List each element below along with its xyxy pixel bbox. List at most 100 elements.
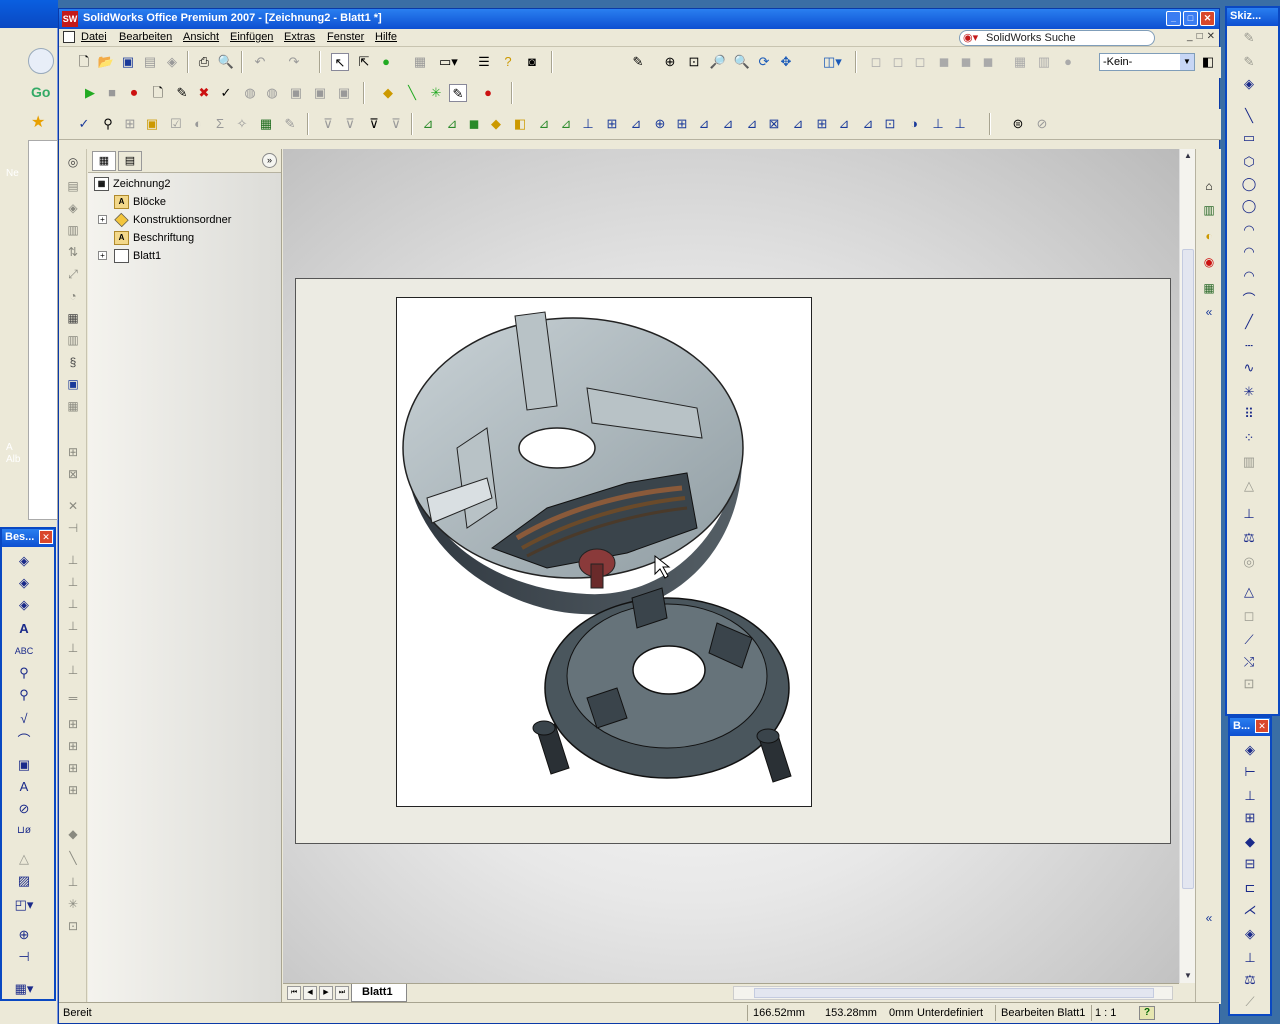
vertical-scroll-thumb[interactable] — [1182, 249, 1194, 889]
view-tool-icon[interactable]: ⊞ — [64, 737, 82, 755]
shaded-icon[interactable]: ◼ — [957, 53, 975, 71]
balloon-icon[interactable]: ⚲ — [14, 663, 34, 683]
sketch-tool-icon[interactable]: ◻ — [1239, 606, 1259, 626]
dimension-tool-icon[interactable]: ⟋ — [1240, 992, 1260, 1012]
expand-plus-icon[interactable]: + — [98, 251, 107, 260]
view-tool-icon[interactable]: ⊞ — [64, 715, 82, 733]
run-macro-icon[interactable]: ▶ — [81, 84, 99, 102]
view-tool-icon[interactable]: ✳ — [64, 895, 82, 913]
sum-icon[interactable]: Σ — [211, 115, 229, 133]
sketch-tool-icon[interactable]: ⊥ — [1239, 504, 1259, 524]
selection-filter-icon[interactable]: ⊿ — [789, 115, 807, 133]
view-tool-icon[interactable]: ⤢ — [64, 265, 82, 283]
sketch-tool-icon[interactable]: ▥ — [1239, 452, 1259, 472]
selection-filter-icon[interactable]: ⊡ — [881, 115, 899, 133]
selection-filter-icon[interactable]: ⊿ — [535, 115, 553, 133]
hole-callout-icon[interactable]: ⊔ø — [14, 821, 34, 841]
vertical-scrollbar[interactable]: ▲ ▼ — [1179, 149, 1195, 983]
palette-close-button[interactable]: ✕ — [39, 530, 53, 544]
scroll-up-icon[interactable]: ▲ — [1181, 149, 1195, 163]
view-tool-icon[interactable]: ⇅ — [64, 243, 82, 261]
drawing-sheet[interactable] — [295, 278, 1171, 844]
view-tool-icon[interactable]: ⊥ — [64, 661, 82, 679]
palette-title[interactable]: Skiz... — [1227, 8, 1278, 26]
datum-feature-icon[interactable]: A — [14, 777, 34, 797]
perspective-icon[interactable]: ▦ — [1011, 53, 1029, 71]
sketch-tool-icon[interactable]: ⚖ — [1239, 528, 1259, 548]
sketch-tool-icon[interactable]: ⟋ — [1239, 630, 1259, 650]
record-macro-icon[interactable]: ⏺ — [125, 84, 143, 102]
sketch-tool-icon[interactable]: ⤭ — [1239, 652, 1259, 672]
document-close-button[interactable]: ✕ — [1207, 31, 1215, 42]
selection-filter-icon[interactable]: ⊞ — [603, 115, 621, 133]
selection-filter-icon[interactable]: ⊠ — [765, 115, 783, 133]
view-tool-icon[interactable]: ⊣ — [64, 519, 82, 537]
view-tool-icon[interactable]: ▦ — [64, 397, 82, 415]
view-tool-icon[interactable]: ⊡ — [64, 917, 82, 935]
view-tool-icon[interactable]: ⊞ — [64, 443, 82, 461]
zoom-in-out-icon[interactable]: 🔎 — [709, 53, 727, 71]
selection-filter-icon[interactable]: ⊿ — [627, 115, 645, 133]
menu-extras[interactable]: Extras — [284, 31, 315, 43]
filter-icon[interactable]: ⊽ — [319, 115, 337, 133]
properties-icon[interactable]: ☰ — [475, 53, 493, 71]
sketch-tool-icon[interactable]: ✎ — [1239, 28, 1259, 48]
macro-tool-icon[interactable]: ▣ — [311, 84, 329, 102]
selection-filter-icon[interactable]: ⊜ — [1009, 115, 1027, 133]
macro-tool-icon[interactable]: ▣ — [287, 84, 305, 102]
view-tool-icon[interactable]: ▦ — [64, 309, 82, 327]
macro-tool-icon[interactable]: ◍ — [241, 84, 259, 102]
layer-properties-icon[interactable]: ◧ — [1199, 53, 1217, 71]
previous-sheet-icon[interactable]: ◀ — [303, 986, 317, 1000]
sketch-tool-icon[interactable]: △ — [1239, 582, 1259, 602]
sketch-tool-icon[interactable]: ⊡ — [1239, 674, 1259, 694]
tree-item-bloecke[interactable]: A Blöcke — [114, 193, 166, 211]
view-tool-icon[interactable]: ⊥ — [64, 639, 82, 657]
revision-icon[interactable]: ✎ — [281, 115, 299, 133]
smart-dimension-icon[interactable]: ◈ — [1239, 74, 1259, 94]
home-icon[interactable]: ⌂ — [1200, 177, 1218, 195]
horizontal-dimension-icon[interactable]: ⊢ — [1240, 762, 1260, 782]
selection-filter-icon[interactable]: ⊿ — [443, 115, 461, 133]
dimension-tool-icon[interactable]: ◈ — [1240, 924, 1260, 944]
select-filter-icon[interactable]: ⇱ — [355, 53, 373, 71]
select-icon[interactable]: ↖ — [331, 53, 349, 71]
horizontal-scroll-thumb[interactable] — [754, 988, 1154, 998]
chevron-down-icon[interactable]: ▼ — [1180, 54, 1194, 70]
edit-macro-icon[interactable]: ✎ — [173, 84, 191, 102]
line-icon[interactable]: ╲ — [403, 84, 421, 102]
selection-filter-icon[interactable]: ⊿ — [835, 115, 853, 133]
selection-filter-icon[interactable]: ⊿ — [557, 115, 575, 133]
rotate-icon[interactable]: ⟳ — [755, 53, 773, 71]
view-tool-icon[interactable]: ▤ — [64, 177, 82, 195]
new-document-icon[interactable]: 🗋 — [75, 53, 93, 71]
first-sheet-icon[interactable]: ⏮ — [287, 986, 301, 1000]
center-mark-icon[interactable]: ⊕ — [14, 925, 34, 945]
make-drawing-icon[interactable]: ▤ — [141, 53, 159, 71]
view-tool-icon[interactable]: ⊠ — [64, 465, 82, 483]
solidworks-search[interactable]: ◉▾ SolidWorks Suche — [959, 30, 1155, 46]
redo-icon[interactable]: ↷ — [285, 53, 303, 71]
geometric-tolerance-icon[interactable]: ▣ — [14, 755, 34, 775]
selection-filter-icon[interactable]: ⊥ — [951, 115, 969, 133]
file-explorer-icon[interactable]: ◉ — [1200, 253, 1218, 271]
format-painter-icon[interactable]: ⚲ — [99, 115, 117, 133]
view-tool-icon[interactable]: ▥ — [64, 331, 82, 349]
drawing-view[interactable] — [396, 297, 812, 807]
arc-icon[interactable]: ◠ — [1239, 220, 1259, 240]
tree-item-konstruktionsordner[interactable]: Konstruktionsordner — [114, 211, 231, 229]
view-tool-icon[interactable]: ⊥ — [64, 873, 82, 891]
note-icon[interactable]: ▣ — [143, 115, 161, 133]
view-tool-icon[interactable]: ═ — [64, 689, 82, 707]
sketch-tool-icon[interactable]: ✎ — [629, 53, 647, 71]
record-icon[interactable]: ● — [479, 84, 497, 102]
selection-filter-icon[interactable]: ⊞ — [813, 115, 831, 133]
new-macro-icon[interactable]: 🗋 — [149, 84, 167, 102]
arc-icon[interactable]: ⌒ — [1239, 290, 1259, 310]
stop-macro-icon[interactable]: ■ — [103, 84, 121, 102]
tab-blatt1[interactable]: Blatt1 — [351, 984, 407, 1002]
view-tool-icon[interactable]: ▥ — [64, 221, 82, 239]
view-tool-icon[interactable]: ╲ — [64, 849, 82, 867]
table-icon[interactable]: ▦ — [257, 115, 275, 133]
view-orientation-icon[interactable]: ◫▾ — [823, 53, 842, 71]
